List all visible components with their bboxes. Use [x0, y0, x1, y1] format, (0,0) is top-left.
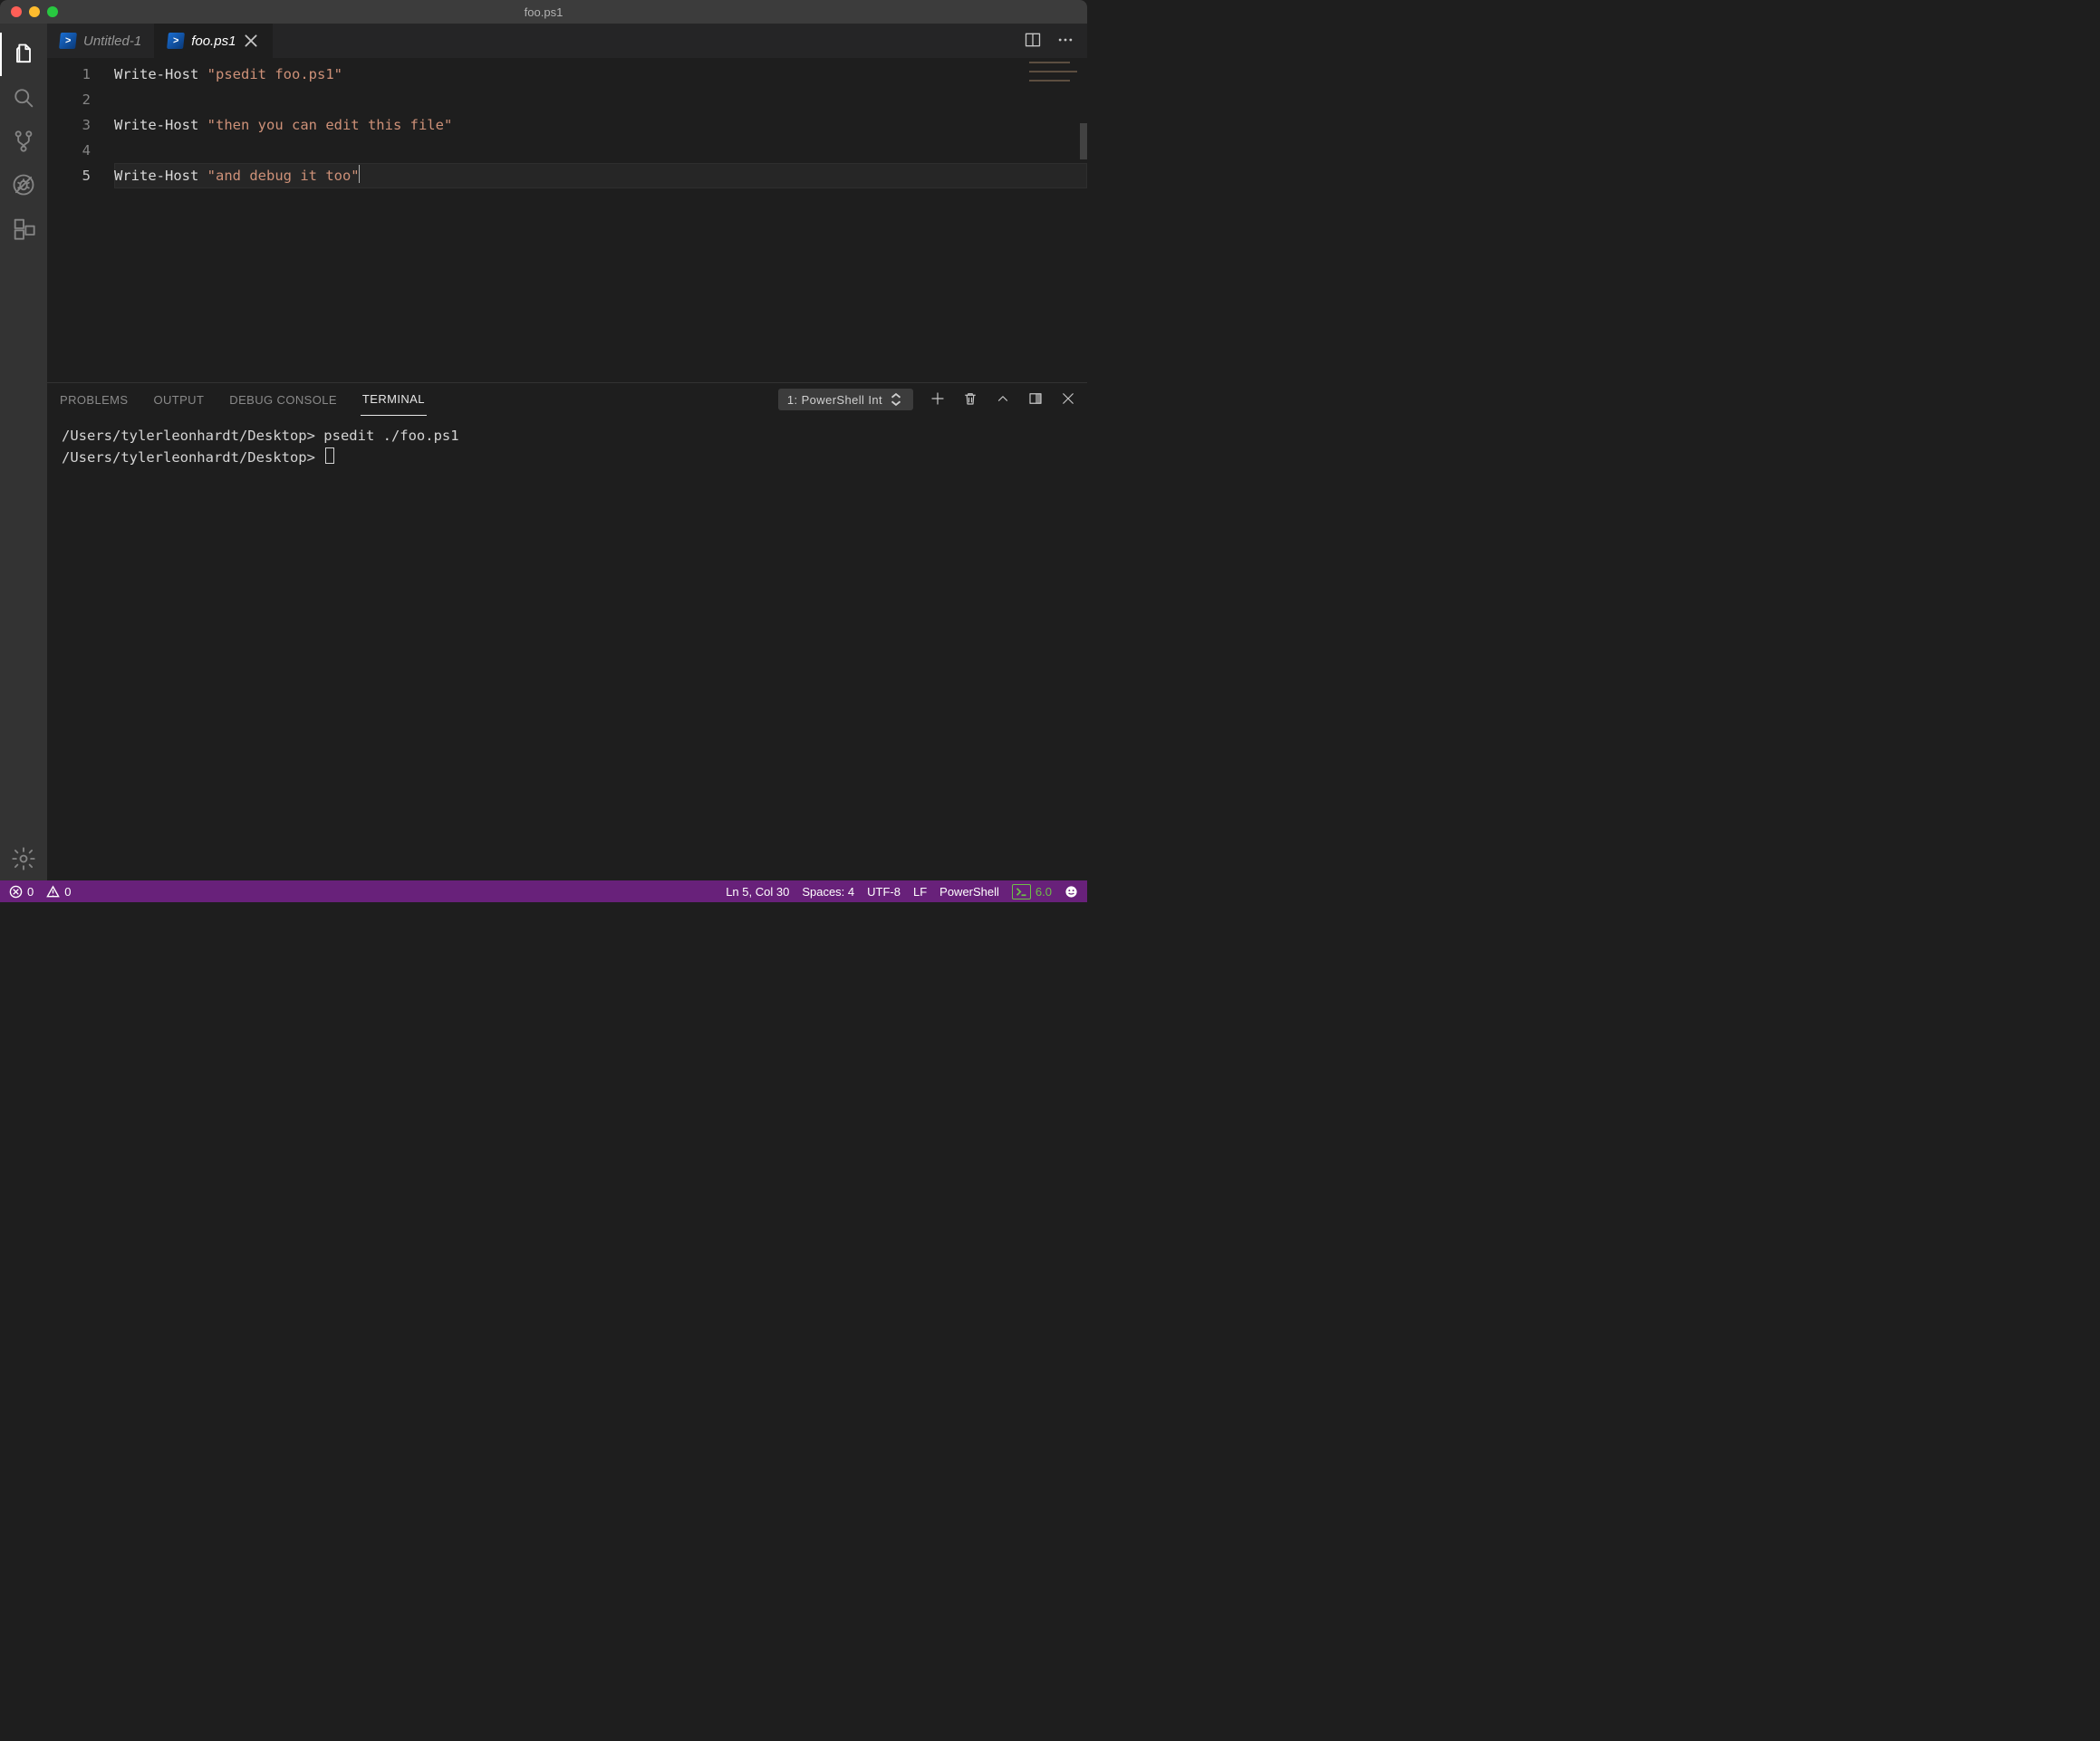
status-warnings-count: 0 [64, 885, 71, 899]
line-number: 3 [47, 112, 91, 138]
terminal-selector[interactable]: 1: PowerShell Int [778, 389, 913, 410]
status-cursor-position[interactable]: Ln 5, Col 30 [726, 885, 789, 899]
panel-layout-icon [1027, 390, 1044, 407]
terminal-selector-label: 1: PowerShell Int [787, 393, 882, 407]
extensions-icon [11, 216, 36, 241]
kill-terminal-button[interactable] [962, 390, 978, 409]
code-editor[interactable]: 1 2 3 4 5 Write-Host "psedit foo.ps1" Wr… [47, 58, 1087, 382]
line-number: 2 [47, 87, 91, 112]
panel-close-button[interactable] [1060, 390, 1076, 409]
editor-more-button[interactable] [1056, 31, 1074, 52]
status-indentation[interactable]: Spaces: 4 [802, 885, 854, 899]
editor-tab-untitled[interactable]: Untitled-1 [47, 24, 155, 58]
terminal-view[interactable]: /Users/tylerleonhardt/Desktop> psedit ./… [47, 416, 1087, 880]
panel-up-button[interactable] [995, 390, 1011, 409]
code-area[interactable]: Write-Host "psedit foo.ps1" Write-Host "… [114, 58, 1087, 382]
status-bar: 0 0 Ln 5, Col 30 Spaces: 4 UTF-8 LF Powe… [0, 880, 1087, 902]
search-icon [11, 85, 36, 111]
editor-tab-foo[interactable]: foo.ps1 [155, 24, 273, 58]
activity-explorer[interactable] [0, 33, 47, 76]
window-titlebar: foo.ps1 [0, 0, 1087, 24]
chevron-up-icon [995, 390, 1011, 407]
window-maximize-button[interactable] [47, 6, 58, 17]
warning-icon [46, 885, 60, 899]
ellipsis-icon [1056, 31, 1074, 49]
files-icon [11, 42, 36, 67]
activity-extensions[interactable] [0, 207, 47, 250]
panel-tab-debug-console[interactable]: DEBUG CONSOLE [227, 383, 339, 416]
activity-bar [0, 24, 47, 880]
editor-tab-bar: Untitled-1 foo.ps1 [47, 24, 1087, 58]
editor-scrollbar[interactable] [1080, 123, 1087, 159]
tab-label: foo.ps1 [191, 34, 236, 49]
close-icon [1060, 390, 1076, 407]
status-powershell-version[interactable]: 6.0 [1012, 884, 1052, 899]
gear-icon [11, 846, 36, 871]
panel-tab-problems[interactable]: PROBLEMS [58, 383, 130, 416]
panel-tab-output[interactable]: OUTPUT [151, 383, 206, 416]
updown-icon [888, 391, 904, 408]
status-warnings[interactable]: 0 [46, 885, 71, 899]
split-editor-button[interactable] [1024, 31, 1042, 52]
code-token: Write-Host [114, 66, 198, 82]
smiley-icon [1064, 885, 1078, 899]
bottom-panel: PROBLEMS OUTPUT DEBUG CONSOLE TERMINAL 1… [47, 382, 1087, 880]
tab-label: Untitled-1 [83, 34, 141, 49]
code-token: "psedit foo.ps1" [207, 66, 342, 82]
activity-settings[interactable] [0, 837, 47, 880]
text-cursor [359, 165, 360, 183]
status-language[interactable]: PowerShell [939, 885, 999, 899]
split-icon [1024, 31, 1042, 49]
line-number: 4 [47, 138, 91, 163]
status-errors[interactable]: 0 [9, 885, 34, 899]
terminal-line: /Users/tylerleonhardt/Desktop> psedit ./… [62, 425, 1073, 447]
code-token: Write-Host [114, 117, 198, 133]
branch-icon [11, 129, 36, 154]
terminal-prompt-icon [1015, 885, 1028, 899]
minimap[interactable] [1029, 62, 1080, 83]
powershell-file-icon [60, 33, 76, 49]
close-icon [243, 33, 259, 49]
status-errors-count: 0 [27, 885, 34, 899]
code-token: "then you can edit this file" [207, 117, 453, 133]
status-feedback[interactable] [1064, 885, 1078, 899]
new-terminal-button[interactable] [930, 390, 946, 409]
no-bug-icon [11, 172, 36, 197]
status-encoding[interactable]: UTF-8 [867, 885, 901, 899]
status-eol[interactable]: LF [913, 885, 927, 899]
terminal-cursor [325, 447, 334, 464]
error-icon [9, 885, 23, 899]
code-token: Write-Host [114, 168, 198, 184]
panel-tab-terminal[interactable]: TERMINAL [361, 383, 427, 416]
status-ps-version-text: 6.0 [1036, 885, 1052, 899]
code-token: "and debug it too" [207, 168, 360, 184]
window-title: foo.ps1 [525, 5, 564, 19]
window-close-button[interactable] [11, 6, 22, 17]
activity-search[interactable] [0, 76, 47, 120]
activity-source-control[interactable] [0, 120, 47, 163]
window-minimize-button[interactable] [29, 6, 40, 17]
trash-icon [962, 390, 978, 407]
activity-debug[interactable] [0, 163, 47, 207]
terminal-line: /Users/tylerleonhardt/Desktop> [62, 449, 323, 466]
plus-icon [930, 390, 946, 407]
line-number: 1 [47, 62, 91, 87]
line-number-gutter: 1 2 3 4 5 [47, 58, 114, 382]
tab-close-button[interactable] [243, 33, 259, 49]
powershell-file-icon [168, 33, 184, 49]
line-number: 5 [47, 163, 91, 188]
panel-maximize-button[interactable] [1027, 390, 1044, 409]
